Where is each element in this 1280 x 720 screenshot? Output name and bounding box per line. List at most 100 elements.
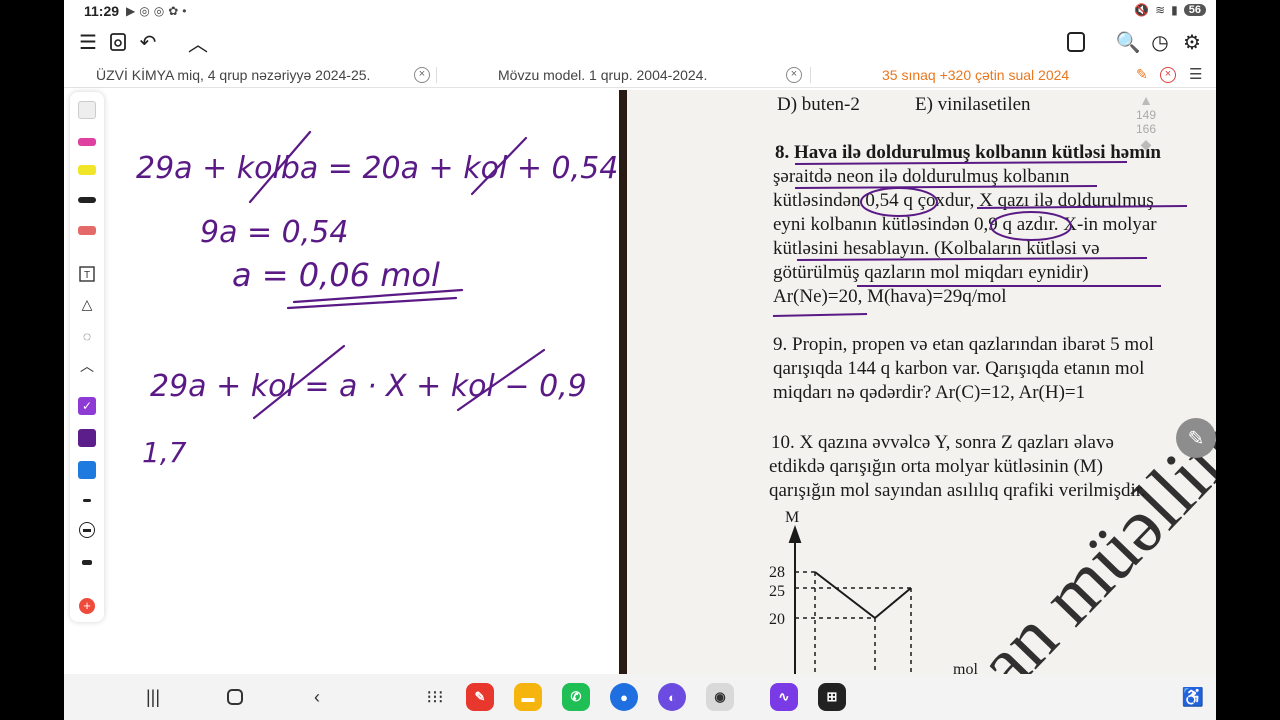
recents-icon[interactable]: ||| bbox=[140, 684, 166, 710]
undo-icon[interactable]: ↶ bbox=[134, 28, 162, 56]
notification-icons: ▶ ◎ ◎ ✿ • bbox=[126, 4, 186, 18]
read-mode-svg bbox=[110, 33, 126, 51]
ink-line-2: 9a = 0,54 bbox=[200, 215, 348, 250]
color-dark-purple[interactable] bbox=[75, 426, 99, 450]
shapes-icon[interactable]: △ bbox=[75, 292, 99, 316]
tick-28: 28 bbox=[769, 564, 785, 581]
lasso-icon[interactable]: ◌ bbox=[75, 324, 99, 348]
tab-label: Mövzu model. 1 qrup. 2004-2024. bbox=[498, 67, 708, 83]
edit-pencil-icon[interactable]: ✎ bbox=[1136, 66, 1148, 83]
more-dot-icon: • bbox=[182, 4, 187, 18]
tab-uzvi-kimya[interactable]: ÜZVİ KİMYA miq, 4 qrup nəzəriyyə 2024-25… bbox=[94, 62, 434, 88]
total-pages: 166 bbox=[1135, 122, 1157, 136]
q8-underline-1 bbox=[794, 161, 1128, 165]
circle-054 bbox=[860, 187, 938, 217]
ink-line-3: a = 0,06 mol bbox=[232, 256, 440, 294]
pen-toolbar: T △ ◌ ︿ ✓ + bbox=[70, 92, 104, 622]
tab-label: 35 sınaq +320 çətin sual 2024 bbox=[882, 67, 1070, 83]
phone-app-icon[interactable]: ✆ bbox=[562, 683, 590, 711]
wifi-icon: ≋ bbox=[1155, 3, 1166, 17]
q8-underline-2 bbox=[794, 185, 1098, 189]
menu-icon[interactable]: ☰ bbox=[74, 28, 102, 56]
signal-icon: ▮ bbox=[1171, 3, 1178, 17]
status-bar: 11:29 ▶ ◎ ◎ ✿ • 🔇 ≋ ▮ 56 bbox=[64, 0, 1216, 24]
system-icons: 🔇 ≋ ▮ 56 bbox=[1134, 3, 1206, 17]
close-icon[interactable]: × bbox=[414, 67, 430, 83]
messages-app-icon[interactable]: ● bbox=[610, 683, 638, 711]
settings-icon[interactable]: ⚙ bbox=[1178, 28, 1206, 56]
page-edge bbox=[619, 90, 627, 674]
tab-separator bbox=[436, 67, 437, 83]
page-scroll-indicator[interactable]: ▲ 149 166 ◆ bbox=[1126, 92, 1166, 212]
graph-y-label: M bbox=[785, 509, 799, 526]
calculator-app-icon[interactable]: ⊞ bbox=[818, 683, 846, 711]
highlighter-yellow-icon[interactable] bbox=[75, 158, 99, 182]
text-tool-icon[interactable]: T bbox=[75, 262, 99, 286]
eraser-icon[interactable] bbox=[75, 218, 99, 242]
ink-line-5: 1,7 bbox=[142, 436, 187, 469]
browser-app-icon[interactable]: ◐ bbox=[658, 683, 686, 711]
close-icon[interactable]: × bbox=[1160, 67, 1176, 83]
y-arrow bbox=[788, 525, 802, 543]
close-icon[interactable]: × bbox=[786, 67, 802, 83]
note-canvas[interactable]: 29a + kolba = 20a + kol + 0,54 9a = 0,54… bbox=[104, 90, 620, 674]
page-svg bbox=[1067, 32, 1085, 52]
youtube-icon: ▶ bbox=[126, 4, 136, 18]
svg-text:T: T bbox=[84, 270, 90, 281]
ink-line-4: 29a + kol = a · X + kol − 0,9 bbox=[150, 369, 587, 404]
instagram-icon: ◎ bbox=[153, 4, 165, 18]
tablet-screen: 11:29 ▶ ◎ ◎ ✿ • 🔇 ≋ ▮ 56 ☰ ↶ ︿ 🔍 ◷ ⚙ ÜZV… bbox=[64, 0, 1216, 720]
tab-label: ÜZVİ KİMYA miq, 4 qrup nəzəriyyə 2024-25… bbox=[96, 67, 371, 83]
document-tabs: ÜZVİ KİMYA miq, 4 qrup nəzəriyyə 2024-25… bbox=[64, 62, 1216, 88]
tick-20: 20 bbox=[769, 611, 785, 628]
q8-underline-6 bbox=[772, 313, 868, 317]
battery-icon: 56 bbox=[1183, 4, 1206, 16]
history-icon[interactable]: ◷ bbox=[1146, 28, 1174, 56]
tab-separator bbox=[810, 67, 811, 83]
system-navbar: ||| ‹ ⁝⁝⁝ ✎ ▬ ✆ ● ◐ ◉ ∿ ⊞ ♿ bbox=[64, 674, 1216, 720]
add-color-icon[interactable]: + bbox=[75, 594, 99, 618]
stroke-thick-icon[interactable] bbox=[75, 550, 99, 574]
search-doc-icon[interactable]: 🔍 bbox=[1114, 28, 1142, 56]
collapse-icon[interactable]: ︿ bbox=[184, 28, 212, 56]
notes-app-icon[interactable]: ✎ bbox=[466, 683, 494, 711]
edit-fab-icon[interactable]: ✎ bbox=[1176, 418, 1216, 458]
collapse-tools-icon[interactable]: ︿ bbox=[75, 354, 99, 378]
mute-icon: 🔇 bbox=[1134, 3, 1150, 17]
graph bbox=[788, 525, 912, 674]
ink-layer: 29a + kolba = 20a + kol + 0,54 9a = 0,54… bbox=[136, 130, 618, 469]
color-purple-check[interactable]: ✓ bbox=[75, 394, 99, 418]
home-icon[interactable] bbox=[222, 684, 248, 710]
photos-icon: ✿ bbox=[168, 4, 179, 18]
page-icon[interactable] bbox=[1062, 28, 1090, 56]
color-blue[interactable] bbox=[75, 458, 99, 482]
files-app-icon[interactable]: ▬ bbox=[514, 683, 542, 711]
graph-guides bbox=[795, 571, 912, 674]
clock: 11:29 bbox=[84, 3, 120, 19]
read-mode-icon[interactable] bbox=[104, 28, 132, 56]
pen-pink-icon[interactable] bbox=[75, 130, 99, 154]
ink-line-1: 29a + kolba = 20a + kol + 0,54 bbox=[136, 151, 618, 186]
podcast-app-icon[interactable]: ∿ bbox=[770, 683, 798, 711]
camera-app-icon[interactable]: ◉ bbox=[706, 683, 734, 711]
q8-underline-4 bbox=[796, 257, 1148, 261]
accessibility-icon[interactable]: ♿ bbox=[1180, 684, 1206, 710]
underline-answer-2 bbox=[286, 296, 458, 310]
current-page: 149 bbox=[1135, 108, 1157, 122]
tick-25: 25 bbox=[769, 583, 785, 600]
graph-line bbox=[814, 571, 912, 620]
pen-black-icon[interactable] bbox=[75, 188, 99, 212]
text-tool-svg: T bbox=[79, 266, 95, 282]
app-toolbar: ☰ ↶ ︿ 🔍 ◷ ⚙ bbox=[64, 24, 1216, 60]
scroll-up-icon[interactable]: ▲ bbox=[1126, 92, 1166, 108]
tab-list-icon[interactable]: ☰ bbox=[1189, 65, 1202, 83]
app-drawer-icon[interactable]: ⁝⁝⁝ bbox=[422, 684, 448, 710]
tab-movzu-model[interactable]: Mövzu model. 1 qrup. 2004-2024. × bbox=[498, 62, 812, 88]
pen-white-icon[interactable] bbox=[75, 98, 99, 122]
instagram-icon: ◎ bbox=[139, 4, 150, 18]
stroke-thin-icon[interactable] bbox=[75, 488, 99, 512]
tab-35-sinaq[interactable]: 35 sınaq +320 çətin sual 2024 ✎ × ☰ bbox=[882, 62, 1208, 88]
stroke-medium-icon[interactable] bbox=[75, 518, 99, 542]
back-icon[interactable]: ‹ bbox=[304, 684, 330, 710]
scroll-down-icon[interactable]: ◆ bbox=[1126, 136, 1166, 153]
